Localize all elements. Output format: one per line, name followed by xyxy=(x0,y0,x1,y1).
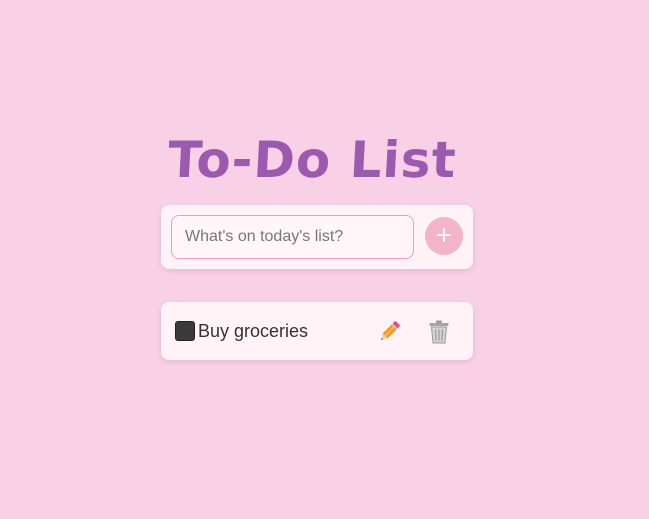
trash-icon xyxy=(429,320,449,344)
page-title: To-Do List xyxy=(166,131,459,189)
delete-task-button[interactable] xyxy=(426,319,452,345)
task-text: Buy groceries xyxy=(198,321,309,341)
task-checkbox[interactable] xyxy=(175,321,195,341)
pencil-icon xyxy=(381,321,400,340)
edit-task-button[interactable] xyxy=(376,319,402,345)
task-item: Buy groceries xyxy=(161,302,473,360)
task-input[interactable] xyxy=(171,215,414,259)
add-task-button[interactable]: + xyxy=(425,217,463,255)
input-card: + xyxy=(161,205,473,269)
